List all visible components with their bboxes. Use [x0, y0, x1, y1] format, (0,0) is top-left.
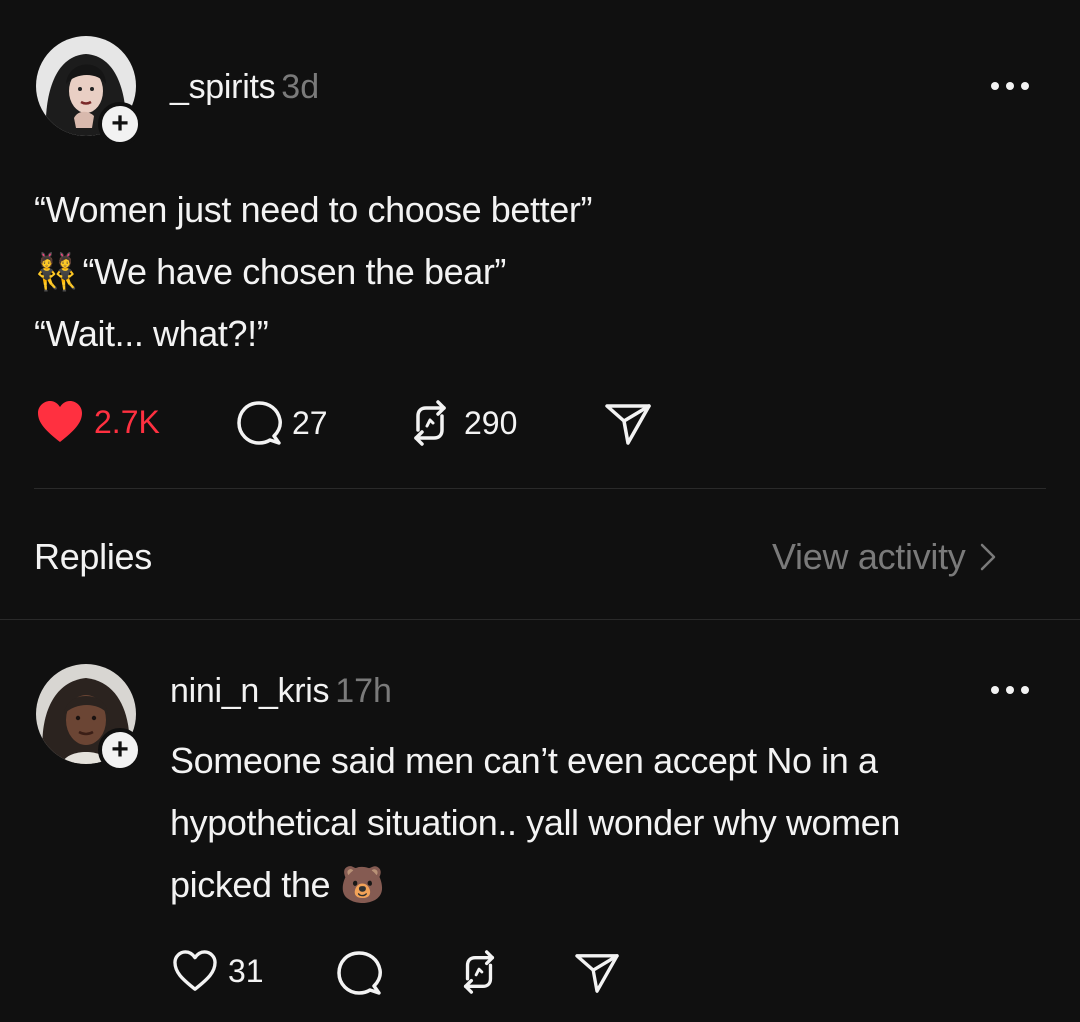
chevron-right-icon — [980, 543, 995, 571]
post-username[interactable]: _spirits — [170, 68, 276, 107]
more-icon[interactable] — [991, 82, 1029, 90]
like-button[interactable]: 2.7K — [36, 400, 160, 444]
reply-line: hypothetical situation.. yall wonder why… — [170, 802, 900, 843]
reply-like-count: 31 — [228, 952, 264, 989]
post-timestamp: 3d — [281, 68, 320, 106]
repost-button[interactable]: 290 — [406, 400, 517, 446]
divider — [0, 619, 1080, 620]
share-button[interactable] — [604, 402, 652, 451]
replies-label: Replies — [34, 536, 152, 577]
post-line: “Wait... what?!” — [34, 313, 269, 354]
repost-icon — [414, 400, 446, 446]
follow-plus-icon[interactable]: + — [98, 102, 142, 146]
repost-icon — [463, 950, 495, 994]
send-icon — [575, 954, 619, 993]
heart-icon — [173, 950, 217, 991]
reply-line: picked the — [170, 864, 331, 905]
more-icon[interactable] — [991, 686, 1029, 694]
dancers-emoji: 👯 — [34, 251, 79, 292]
comment-count: 27 — [292, 404, 328, 441]
reply-body: Someone said men can’t even accept No in… — [170, 730, 1050, 916]
bear-emoji: 🐻 — [340, 864, 385, 905]
reply-line: Someone said men can’t even accept No in… — [170, 740, 878, 781]
send-icon — [605, 404, 651, 445]
view-activity-link[interactable]: View activity — [772, 536, 998, 578]
follow-plus-icon[interactable]: + — [98, 728, 142, 772]
post-body: “Women just need to choose better” 👯 “We… — [34, 179, 1034, 365]
comment-icon — [237, 401, 282, 445]
post-line: “Women just need to choose better” — [34, 189, 593, 230]
reply-comment-button[interactable] — [336, 950, 382, 1001]
reply-timestamp: 17h — [335, 672, 392, 710]
reply-like-button[interactable]: 31 — [172, 950, 264, 992]
view-activity-label: View activity — [772, 536, 966, 577]
reply-repost-button[interactable] — [456, 950, 502, 999]
reply-username[interactable]: nini_n_kris — [170, 672, 330, 711]
post-line: “We have chosen the bear” — [82, 251, 507, 292]
divider — [34, 488, 1046, 489]
like-count: 2.7K — [94, 403, 160, 440]
heart-icon — [38, 401, 82, 442]
comment-button[interactable]: 27 — [236, 400, 328, 446]
reply-share-button[interactable] — [574, 952, 620, 999]
repost-count: 290 — [464, 404, 518, 441]
comment-icon — [337, 951, 382, 995]
